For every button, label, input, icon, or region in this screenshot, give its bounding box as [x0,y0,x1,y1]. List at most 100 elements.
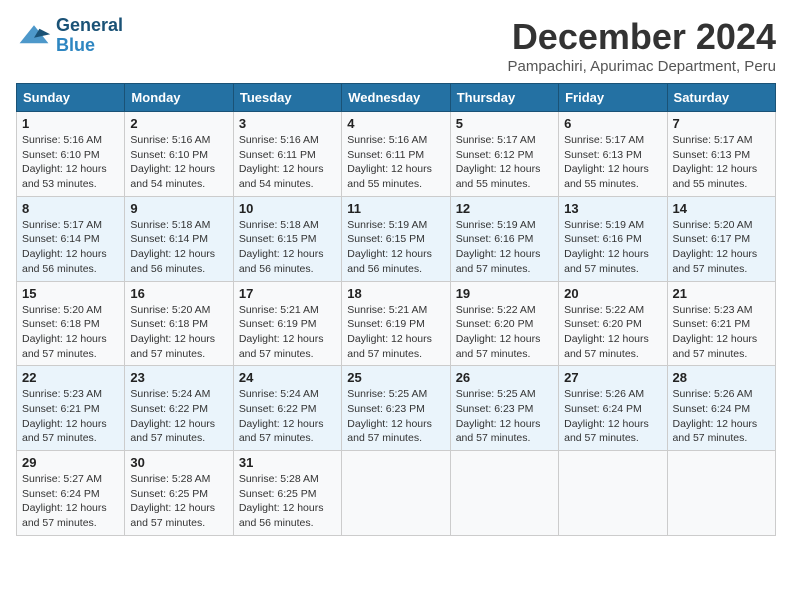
day-cell: 7Sunrise: 5:17 AMSunset: 6:13 PMDaylight… [667,112,775,197]
day-cell: 4 Sunrise: 5:16 AMSunset: 6:11 PMDaylight… [342,112,450,197]
day-number: 10 [239,201,336,216]
day-cell [559,451,667,536]
day-cell: 2 Sunrise: 5:16 AMSunset: 6:10 PMDaylight… [125,112,233,197]
week-row-5: 29 Sunrise: 5:27 AMSunset: 6:24 PMDayligh… [17,451,776,536]
day-cell: 26 Sunrise: 5:25 AMSunset: 6:23 PMDayligh… [450,366,558,451]
day-number: 2 [130,116,227,131]
day-number: 5 [456,116,553,131]
weekday-header-friday: Friday [559,84,667,112]
logo-icon [16,18,52,54]
day-number: 7 [673,116,770,131]
weekday-header-row: SundayMondayTuesdayWednesdayThursdayFrid… [17,84,776,112]
day-info: Sunrise: 5:19 AMSunset: 6:15 PMDaylight:… [347,218,444,277]
day-number: 23 [130,370,227,385]
logo: General Blue [16,16,123,56]
weekday-header-wednesday: Wednesday [342,84,450,112]
day-info: Sunrise: 5:16 AMSunset: 6:11 PMDaylight:… [239,133,336,192]
logo-text: General Blue [56,16,123,56]
day-number: 25 [347,370,444,385]
day-cell [667,451,775,536]
day-cell: 12 Sunrise: 5:19 AMSunset: 6:16 PMDayligh… [450,196,558,281]
day-number: 6 [564,116,661,131]
day-info: Sunrise: 5:28 AMSunset: 6:25 PMDaylight:… [239,472,336,531]
day-info: Sunrise: 5:25 AMSunset: 6:23 PMDaylight:… [347,387,444,446]
day-number: 27 [564,370,661,385]
day-cell: 14 Sunrise: 5:20 AMSunset: 6:17 PMDayligh… [667,196,775,281]
day-cell: 1Sunrise: 5:16 AMSunset: 6:10 PMDaylight… [17,112,125,197]
day-number: 20 [564,286,661,301]
page-header: General Blue December 2024 Pampachiri, A… [16,16,776,75]
day-number: 8 [22,201,119,216]
day-info: Sunrise: 5:22 AMSunset: 6:20 PMDaylight:… [564,303,661,362]
location-label: Pampachiri, Apurimac Department, Peru [508,58,776,75]
day-number: 21 [673,286,770,301]
weekday-header-thursday: Thursday [450,84,558,112]
week-row-4: 22 Sunrise: 5:23 AMSunset: 6:21 PMDayligh… [17,366,776,451]
day-info: Sunrise: 5:24 AMSunset: 6:22 PMDaylight:… [130,387,227,446]
day-info: Sunrise: 5:16 AMSunset: 6:11 PMDaylight:… [347,133,444,192]
day-number: 18 [347,286,444,301]
day-number: 29 [22,455,119,470]
day-cell: 30 Sunrise: 5:28 AMSunset: 6:25 PMDayligh… [125,451,233,536]
day-info: Sunrise: 5:19 AMSunset: 6:16 PMDaylight:… [564,218,661,277]
day-info: Sunrise: 5:23 AMSunset: 6:21 PMDaylight:… [22,387,119,446]
day-info: Sunrise: 5:28 AMSunset: 6:25 PMDaylight:… [130,472,227,531]
day-cell: 25 Sunrise: 5:25 AMSunset: 6:23 PMDayligh… [342,366,450,451]
day-cell: 24 Sunrise: 5:24 AMSunset: 6:22 PMDayligh… [233,366,341,451]
day-info: Sunrise: 5:17 AMSunset: 6:12 PMDaylight:… [456,133,553,192]
day-cell: 20 Sunrise: 5:22 AMSunset: 6:20 PMDayligh… [559,281,667,366]
weekday-header-sunday: Sunday [17,84,125,112]
day-number: 14 [673,201,770,216]
day-number: 16 [130,286,227,301]
day-number: 30 [130,455,227,470]
day-cell: 5 Sunrise: 5:17 AMSunset: 6:12 PMDaylight… [450,112,558,197]
day-number: 22 [22,370,119,385]
weekday-header-monday: Monday [125,84,233,112]
week-row-3: 15Sunrise: 5:20 AMSunset: 6:18 PMDayligh… [17,281,776,366]
day-number: 12 [456,201,553,216]
day-info: Sunrise: 5:24 AMSunset: 6:22 PMDaylight:… [239,387,336,446]
week-row-2: 8 Sunrise: 5:17 AMSunset: 6:14 PMDaylight… [17,196,776,281]
day-cell: 31 Sunrise: 5:28 AMSunset: 6:25 PMDayligh… [233,451,341,536]
title-area: December 2024 Pampachiri, Apurimac Depar… [508,16,776,75]
day-info: Sunrise: 5:25 AMSunset: 6:23 PMDaylight:… [456,387,553,446]
day-cell: 10 Sunrise: 5:18 AMSunset: 6:15 PMDayligh… [233,196,341,281]
week-row-1: 1Sunrise: 5:16 AMSunset: 6:10 PMDaylight… [17,112,776,197]
day-info: Sunrise: 5:18 AMSunset: 6:14 PMDaylight:… [130,218,227,277]
day-info: Sunrise: 5:17 AMSunset: 6:13 PMDaylight:… [564,133,661,192]
day-number: 4 [347,116,444,131]
calendar-table: SundayMondayTuesdayWednesdayThursdayFrid… [16,83,776,536]
day-cell: 3Sunrise: 5:16 AMSunset: 6:11 PMDaylight… [233,112,341,197]
day-info: Sunrise: 5:19 AMSunset: 6:16 PMDaylight:… [456,218,553,277]
weekday-header-saturday: Saturday [667,84,775,112]
day-number: 13 [564,201,661,216]
day-info: Sunrise: 5:21 AMSunset: 6:19 PMDaylight:… [347,303,444,362]
day-number: 31 [239,455,336,470]
day-cell: 27Sunrise: 5:26 AMSunset: 6:24 PMDayligh… [559,366,667,451]
day-cell [450,451,558,536]
day-cell: 17Sunrise: 5:21 AMSunset: 6:19 PMDayligh… [233,281,341,366]
day-info: Sunrise: 5:20 AMSunset: 6:18 PMDaylight:… [22,303,119,362]
day-info: Sunrise: 5:16 AMSunset: 6:10 PMDaylight:… [130,133,227,192]
day-info: Sunrise: 5:20 AMSunset: 6:17 PMDaylight:… [673,218,770,277]
day-number: 17 [239,286,336,301]
day-cell: 22 Sunrise: 5:23 AMSunset: 6:21 PMDayligh… [17,366,125,451]
day-cell: 6 Sunrise: 5:17 AMSunset: 6:13 PMDaylight… [559,112,667,197]
day-number: 28 [673,370,770,385]
day-cell: 15Sunrise: 5:20 AMSunset: 6:18 PMDayligh… [17,281,125,366]
month-title: December 2024 [508,16,776,58]
day-cell: 21 Sunrise: 5:23 AMSunset: 6:21 PMDayligh… [667,281,775,366]
day-info: Sunrise: 5:17 AMSunset: 6:14 PMDaylight:… [22,218,119,277]
day-info: Sunrise: 5:26 AMSunset: 6:24 PMDaylight:… [673,387,770,446]
day-info: Sunrise: 5:20 AMSunset: 6:18 PMDaylight:… [130,303,227,362]
day-number: 24 [239,370,336,385]
day-cell: 23 Sunrise: 5:24 AMSunset: 6:22 PMDayligh… [125,366,233,451]
day-cell: 28 Sunrise: 5:26 AMSunset: 6:24 PMDayligh… [667,366,775,451]
day-info: Sunrise: 5:18 AMSunset: 6:15 PMDaylight:… [239,218,336,277]
day-cell: 19Sunrise: 5:22 AMSunset: 6:20 PMDayligh… [450,281,558,366]
day-number: 26 [456,370,553,385]
day-info: Sunrise: 5:23 AMSunset: 6:21 PMDaylight:… [673,303,770,362]
day-cell: 16 Sunrise: 5:20 AMSunset: 6:18 PMDayligh… [125,281,233,366]
day-info: Sunrise: 5:27 AMSunset: 6:24 PMDaylight:… [22,472,119,531]
day-number: 11 [347,201,444,216]
